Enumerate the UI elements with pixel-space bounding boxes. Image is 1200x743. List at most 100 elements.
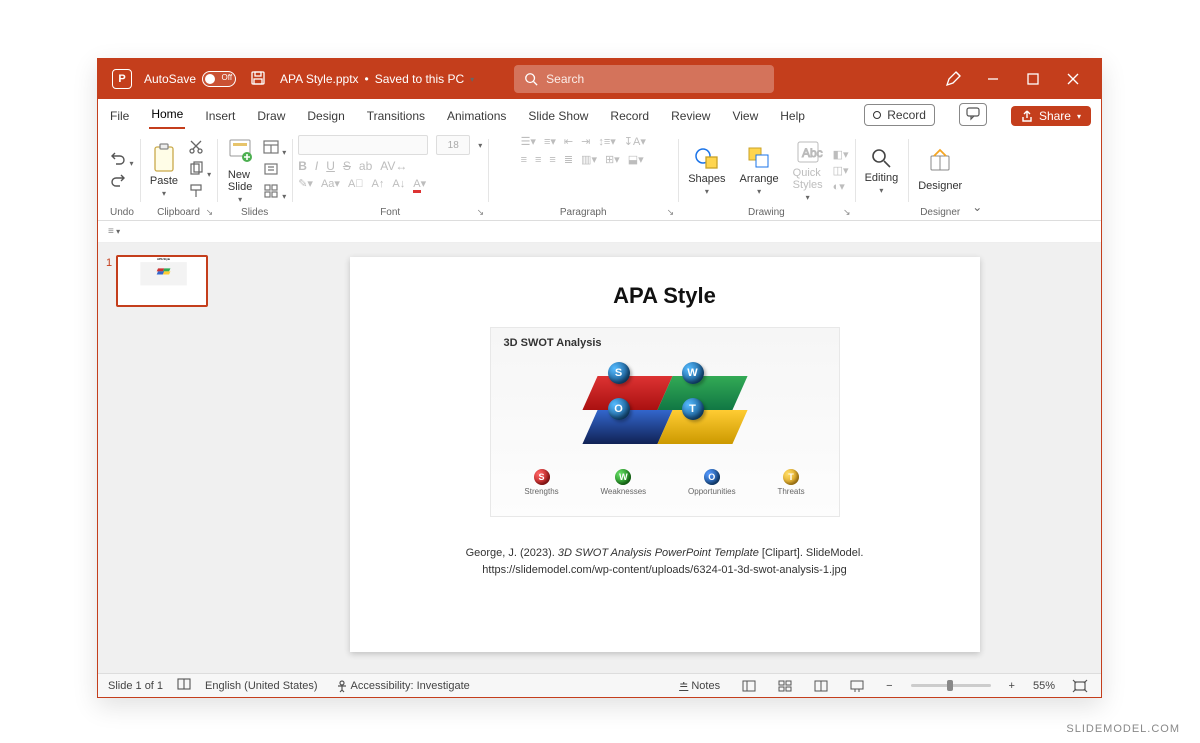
customize-qat-icon[interactable]: ≡ ▾ [108,226,120,237]
designer-button[interactable]: Designer [914,148,966,194]
toggle-switch-icon[interactable]: Off [202,71,236,87]
tab-design[interactable]: Design [305,105,346,129]
ribbon-collapse-button[interactable]: ⌄ [972,133,988,220]
shape-effects-button[interactable]: ◐▾ [833,180,845,193]
normal-view-button[interactable] [738,678,760,694]
paste-button[interactable]: Paste▾ [146,141,182,200]
highlight-button[interactable]: ✎▾ [298,177,313,190]
zoom-in-button[interactable]: + [1005,678,1019,694]
comment-icon [966,107,980,119]
minimize-button[interactable] [973,59,1013,99]
numbering-button[interactable]: ≡▾ [544,135,556,148]
bold-button[interactable]: B [298,159,307,173]
dialog-launcher-icon[interactable]: ↘ [667,207,675,218]
citation-text: George, J. (2023). 3D SWOT Analysis Powe… [466,545,864,578]
redo-icon[interactable] [110,172,126,191]
bullets-button[interactable]: ☰▾ [521,135,536,148]
slide-thumbnail-1[interactable]: APA Style [116,255,208,307]
character-spacing-button[interactable]: AV↔ [380,159,407,173]
align-right-button[interactable]: ≡ [549,154,555,166]
share-icon [1021,110,1033,122]
quick-styles-button[interactable]: Abc Quick Styles▾ [789,137,827,204]
zoom-out-button[interactable]: − [882,678,896,694]
dialog-launcher-icon[interactable]: ↘ [206,207,214,218]
save-icon[interactable] [250,70,266,89]
tab-record[interactable]: Record [608,105,651,129]
maximize-button[interactable] [1013,59,1053,99]
new-slide-button[interactable]: New Slide▾ [223,135,257,206]
notes-button[interactable]: ≐ Notes [675,677,724,694]
change-case-button[interactable]: Aa▾ [321,177,340,190]
tab-help[interactable]: Help [778,105,807,129]
record-button[interactable]: Record [864,104,935,126]
cut-icon[interactable] [188,139,204,158]
zoom-slider[interactable] [911,684,991,687]
search-box[interactable] [514,65,774,93]
dialog-launcher-icon[interactable]: ↘ [477,207,485,218]
copy-icon[interactable]: ▾ [188,161,211,180]
document-title[interactable]: APA Style.pptx • Saved to this PC ▾ [280,72,474,86]
slide[interactable]: APA Style 3D SWOT Analysis S W O T SSt [350,257,980,652]
section-icon[interactable]: ▾ [263,183,286,202]
share-button[interactable]: Share▾ [1011,106,1091,126]
font-size-combo[interactable]: 18 [436,135,470,155]
slide-canvas-area[interactable]: APA Style 3D SWOT Analysis S W O T SSt [228,243,1101,673]
align-left-button[interactable]: ≡ [521,154,527,166]
tab-file[interactable]: File [108,105,131,129]
shrink-font-button[interactable]: A↓ [392,178,405,190]
slide-sorter-button[interactable] [774,678,796,694]
group-designer: Designer Designer [908,133,972,220]
format-painter-icon[interactable] [188,183,204,202]
language-status[interactable]: English (United States) [205,680,318,692]
shadow-button[interactable]: ab [359,159,372,173]
zoom-percentage[interactable]: 55% [1033,680,1055,692]
shape-fill-button[interactable]: ◧▾ [833,148,849,161]
tab-transitions[interactable]: Transitions [365,105,427,129]
pen-icon[interactable] [933,59,973,99]
tab-slideshow[interactable]: Slide Show [526,105,590,129]
tab-animations[interactable]: Animations [445,105,508,129]
grow-font-button[interactable]: A↑ [372,178,385,190]
accessibility-status[interactable]: Accessibility: Investigate [332,678,474,694]
layout-icon[interactable]: ▾ [263,139,286,158]
search-input[interactable] [546,72,764,86]
slideshow-view-button[interactable] [846,678,868,694]
columns-button[interactable]: ▥▾ [581,153,597,166]
convert-smartart-button[interactable]: ⬓▾ [628,153,644,166]
shapes-button[interactable]: Shapes▾ [684,143,729,198]
comments-button[interactable] [959,103,987,126]
font-family-combo[interactable] [298,135,428,155]
font-color-button[interactable]: A▾ [413,177,426,190]
tab-insert[interactable]: Insert [203,105,237,129]
indent-decrease-button[interactable]: ⇤ [564,135,573,148]
arrange-button[interactable]: Arrange▾ [736,143,783,198]
tab-view[interactable]: View [730,105,760,129]
tab-review[interactable]: Review [669,105,712,129]
close-button[interactable] [1053,59,1093,99]
autosave-toggle[interactable]: AutoSave Off [144,71,236,87]
shape-outline-button[interactable]: ◫▾ [833,164,849,177]
reading-view-button[interactable] [810,678,832,694]
sphere-t: T [682,398,704,420]
line-spacing-button[interactable]: ↕≡▾ [598,135,615,148]
indent-increase-button[interactable]: ⇥ [581,135,590,148]
reset-icon[interactable] [263,161,279,180]
svg-text:Abc: Abc [802,146,823,160]
align-center-button[interactable]: ≡ [535,154,541,166]
dialog-launcher-icon[interactable]: ↘ [843,207,851,218]
italic-button[interactable]: I [315,159,318,173]
justify-button[interactable]: ≣ [564,153,573,166]
fit-to-window-button[interactable] [1069,678,1091,694]
undo-icon[interactable]: ▾ [110,150,133,169]
tab-draw[interactable]: Draw [255,105,287,129]
editing-button[interactable]: Editing▾ [861,144,903,197]
slide-counter[interactable]: Slide 1 of 1 [108,680,163,692]
clear-format-button[interactable]: A⃠ [348,178,364,190]
text-direction-button[interactable]: ↧A▾ [624,135,646,148]
show-notes-icon[interactable] [177,678,191,693]
slide-thumbnails-panel[interactable]: 1 APA Style [98,243,228,673]
underline-button[interactable]: U [326,159,335,173]
strikethrough-button[interactable]: S [343,159,351,173]
tab-home[interactable]: Home [149,103,185,129]
align-text-button[interactable]: ⊞▾ [605,153,620,166]
